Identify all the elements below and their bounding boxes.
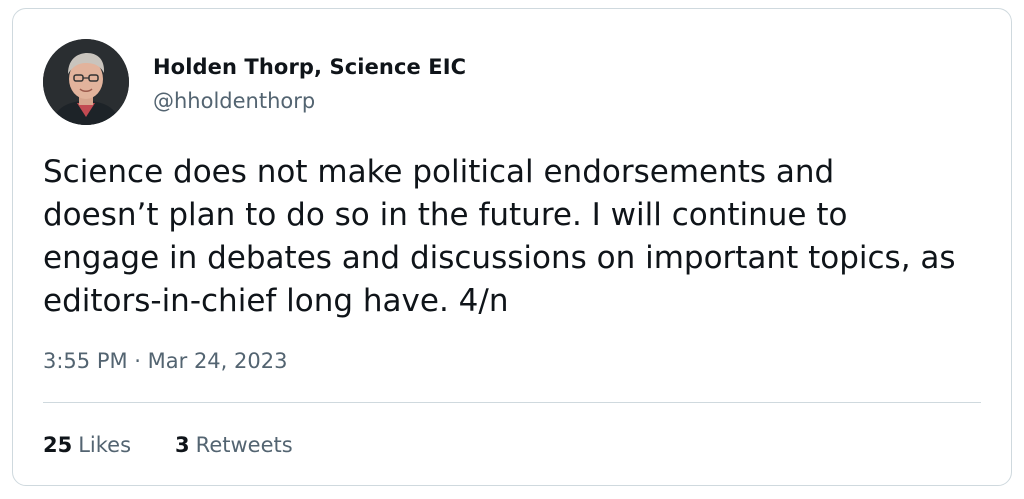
avatar[interactable] [43, 39, 129, 125]
retweets-count: 3 [175, 433, 190, 457]
retweets-stat[interactable]: 3 Retweets [175, 433, 293, 457]
tweet-timestamp[interactable]: 3:55 PM · Mar 24, 2023 [43, 349, 287, 373]
author-handle[interactable]: @hholdenthorp [153, 89, 315, 113]
tweet-text: Science does not make political endorsem… [43, 154, 956, 319]
avatar-photo-icon [43, 39, 129, 125]
divider [43, 402, 981, 403]
likes-count: 25 [43, 433, 73, 457]
author-name[interactable]: Holden Thorp, Science EIC [153, 55, 466, 79]
retweets-label: Retweets [195, 433, 293, 457]
tweet-stats: 25 Likes 3 Retweets [43, 433, 293, 457]
likes-stat[interactable]: 25 Likes [43, 433, 131, 457]
tweet-card: Holden Thorp, Science EIC @hholdenthorp … [12, 8, 1012, 486]
likes-label: Likes [78, 433, 132, 457]
